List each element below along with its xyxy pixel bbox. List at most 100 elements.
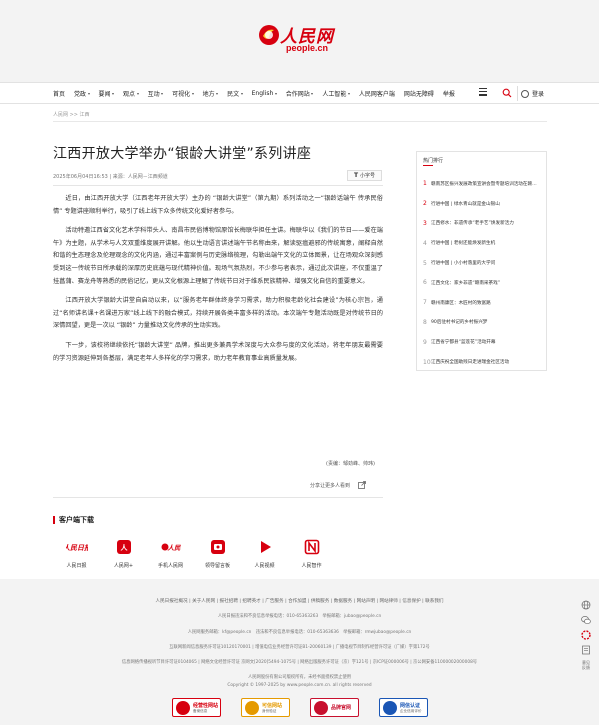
footer-badge[interactable]: 网信认证 企业信用评价 — [379, 698, 428, 717]
chevron-down-icon — [161, 92, 164, 95]
menu-icon[interactable] — [479, 88, 488, 98]
badge-title: 网信认证 — [400, 702, 421, 709]
font-size-button[interactable]: T 小字号 — [347, 170, 382, 181]
feedback-label[interactable]: 意见反馈 — [582, 660, 591, 670]
footer-line: 人民网股份有限公司版权所有，未经书面授权禁止使用 — [247, 675, 352, 680]
hot-ranking-panel: 热门排行 1 赣南苏区振兴发展政策宣讲会暨专题培训活动在赣州举行 2 行进中国 | 绿… — [416, 151, 547, 371]
hot-list-item[interactable]: 10 江西庆祝全国助残日走进瑞金社区活动 — [423, 352, 543, 372]
chevron-down-icon — [216, 92, 219, 95]
nav-item[interactable]: 首页 — [53, 89, 65, 98]
rank-number: 3 — [423, 219, 427, 227]
nav-item-label: 可视化 — [172, 91, 191, 98]
login-label: 登录 — [532, 91, 545, 98]
hot-list-item[interactable]: 8 90后驻村书记的乡村振兴梦 — [423, 313, 543, 333]
footer-badge[interactable]: 可信网站 身份验证 — [241, 698, 290, 717]
nav-item[interactable]: 民文 — [227, 89, 243, 98]
nav-item-label: 民文 — [227, 91, 240, 98]
footer-line: 人民日报违法和不良信息举报电话：010-65363263 举报邮箱：jubao@… — [217, 614, 382, 619]
app-people-zhizuo[interactable]: 人民智作 — [288, 536, 335, 569]
footer-copyright: Copyright © 1997-2025 by www.people.com.… — [227, 683, 372, 688]
app-people-video[interactable]: 人民视频 — [241, 536, 288, 569]
nav-item[interactable]: 举报 — [443, 89, 455, 98]
app-mobile-people[interactable]: 人民 手机人民网 — [147, 536, 194, 569]
font-size-label: 小字号 — [360, 173, 376, 179]
app-label: 人民视频 — [254, 563, 275, 569]
article-paragraph: 活动特邀江西省文化艺术学科带头人、南昌市民俗博物馆原馆长梅联华担任主讲。梅联华以… — [53, 227, 383, 285]
people-video-icon — [254, 536, 276, 558]
rank-number: 4 — [423, 239, 427, 247]
app-label: 人民网+ — [113, 563, 134, 569]
hot-list-item[interactable]: 9 江西省宁都县“蓝莲花”活动开幕 — [423, 332, 543, 352]
share-label: 分享让更多人看到 — [310, 482, 351, 489]
rank-number: 1 — [423, 180, 427, 188]
hot-list-item[interactable]: 7 赣州南康区：木匠村的致富路 — [423, 293, 543, 313]
footer-links[interactable]: 人民日报社概况 | 关于人民网 | 报社招聘 | 招聘英才 | 广告服务 | 合… — [0, 598, 599, 604]
leader-board-icon — [207, 536, 229, 558]
rank-number: 2 — [423, 200, 427, 208]
nav-item-label: 地方 — [202, 91, 215, 98]
wechat-icon[interactable] — [581, 615, 591, 625]
nav-item[interactable]: 观点 — [123, 89, 139, 98]
footer-badge[interactable]: 经营性网站 备案信息 — [172, 698, 221, 717]
nav-item[interactable]: 合作网站 — [286, 89, 314, 98]
article-paragraph: 近日，由江西开放大学（江西老年开放大学）主办的 “银龄大讲堂”（第九期）系列活动… — [53, 195, 383, 215]
hot-item-title: 赣州南康区：木匠村的致富路 — [431, 300, 491, 306]
hot-item-title: 江西修水：非遗传承“老手艺”焕发新活力 — [431, 221, 514, 227]
hot-item-title: 行进中国 | 绿水青山就是金山银山 — [431, 201, 500, 207]
hot-list-item[interactable]: 4 行进中国 | 老树还能焕发新生机 — [423, 233, 543, 253]
badge-title: 可信网站 — [262, 702, 283, 709]
nav-item[interactable]: 人工智能 — [322, 89, 350, 98]
footer-badges: 经营性网站 备案信息 可信网站 身份验证 品牌官网 网信认证 企业信用评价 — [172, 698, 448, 717]
feedback-icon[interactable] — [581, 645, 591, 655]
client-apps: 人民日报 人民日报 人 人民网+ 人民 手机人民网 领导留言板 人民视频 人民智… — [53, 536, 335, 569]
hot-item-title: 江西庆祝全国助残日走进瑞金社区活动 — [431, 360, 510, 366]
nav-item[interactable]: 网站无障碍 — [404, 89, 434, 98]
people-daily-icon: 人民日报 — [66, 536, 88, 558]
people-cn-logo[interactable]: 人民网 people.cn — [258, 22, 348, 62]
rank-number: 5 — [423, 259, 427, 267]
app-people-daily[interactable]: 人民日报 人民日报 — [53, 536, 100, 569]
people-zhizuo-icon — [301, 536, 323, 558]
people-plus-icon: 人 — [113, 536, 135, 558]
hot-list-item[interactable]: 5 行进中国 | 小小村落里的大学问 — [423, 253, 543, 273]
nav-item[interactable]: 可视化 — [172, 89, 194, 98]
app-leader-board[interactable]: 领导留言板 — [194, 536, 241, 569]
badge-title: 品牌官网 — [331, 704, 352, 711]
search-icon[interactable] — [502, 88, 512, 98]
nav-item-label: 合作网站 — [285, 91, 310, 98]
nav-item[interactable]: 党政 — [74, 89, 90, 98]
app-download-icon[interactable] — [581, 630, 591, 640]
footer-badge[interactable]: 品牌官网 — [310, 698, 359, 717]
share-icon[interactable] — [358, 481, 366, 489]
nav-item[interactable]: English — [252, 90, 277, 97]
nav-item-label: 网站无障碍 — [403, 91, 434, 98]
share-bar[interactable]: 分享让更多人看到 — [310, 481, 366, 489]
rank-number: 10 — [423, 358, 431, 366]
nav-item-label: English — [251, 90, 274, 97]
hot-item-title: 行进中国 | 老树还能焕发新生机 — [431, 241, 496, 247]
breadcrumb[interactable]: 人民网 >> 江西 — [53, 111, 90, 118]
login-button[interactable]: 登录 — [517, 86, 549, 101]
nav-item[interactable]: 互动 — [148, 89, 164, 98]
hot-list-item[interactable]: 3 江西修水：非遗传承“老手艺”焕发新活力 — [423, 214, 543, 234]
chevron-down-icon — [136, 92, 139, 95]
nav-item[interactable]: 要闻 — [99, 89, 115, 98]
hot-list-item[interactable]: 1 赣南苏区振兴发展政策宣讲会暨专题培训活动在赣州举行 — [423, 174, 543, 194]
divider — [423, 165, 433, 166]
hot-list-item[interactable]: 6 江西文化：家乡非遗“赣南采茶戏” — [423, 273, 543, 293]
client-download-title: 客户端下载 — [53, 516, 94, 524]
app-people-plus[interactable]: 人 人民网+ — [100, 536, 147, 569]
hot-item-title: 赣南苏区振兴发展政策宣讲会暨专题培训活动在赣州举行 — [431, 181, 541, 187]
hot-item-title: 行进中国 | 小小村落里的大学问 — [431, 261, 496, 267]
nav-item[interactable]: 人民网客户端 — [359, 89, 395, 98]
footer-line: 人民网服务邮箱：kf@people.cn 违法和不良信息举报电话：010-653… — [187, 630, 412, 635]
logo-mark-icon — [259, 25, 279, 45]
hot-list-item[interactable]: 2 行进中国 | 绿水青山就是金山银山 — [423, 194, 543, 214]
nav-item-label: 举报 — [442, 91, 455, 98]
divider — [53, 497, 383, 498]
nav-item[interactable]: 地方 — [203, 89, 219, 98]
main-nav: 首页 党政 要闻 观点 互动 可视化 地方 民文 English 合作网站 人工智能 人民网客户端 网站… — [0, 82, 599, 104]
globe-icon[interactable] — [581, 600, 591, 610]
article-body: 近日，由江西开放大学（江西老年开放大学）主办的 “银龄大讲堂”（第九期）系列活动… — [53, 193, 383, 372]
chevron-down-icon — [240, 92, 243, 95]
